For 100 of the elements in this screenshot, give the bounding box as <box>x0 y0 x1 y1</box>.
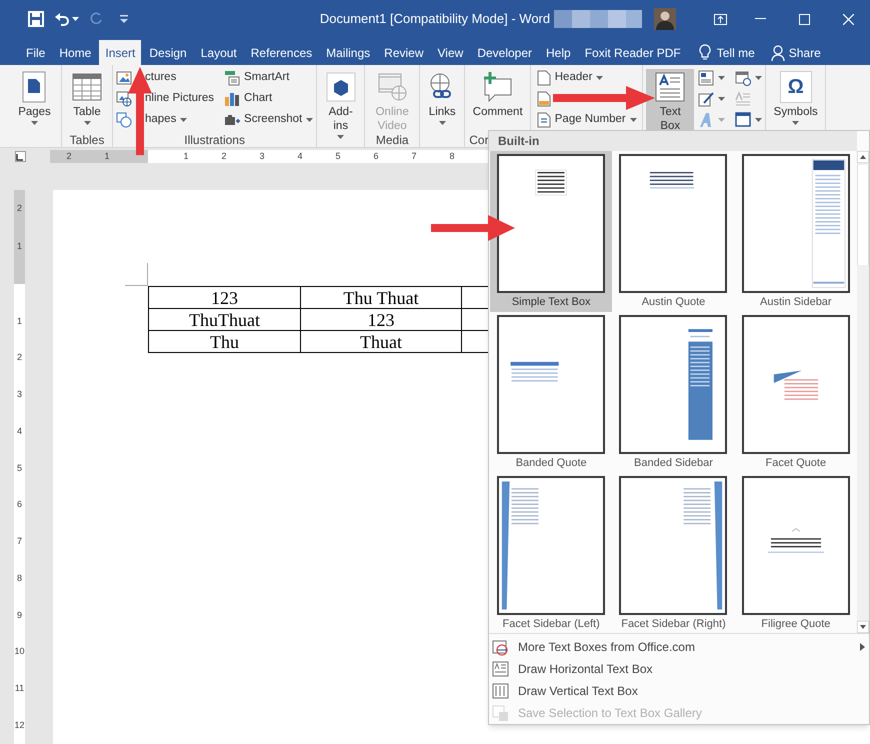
ribbon-button[interactable]: Text Box <box>646 69 694 131</box>
gallery-item[interactable]: Banded Sidebar <box>612 312 735 473</box>
chart-icon <box>224 91 240 107</box>
scrollbar[interactable] <box>857 151 869 633</box>
gallery-heading: Built-in <box>498 133 540 150</box>
picture-icon <box>116 70 132 86</box>
ruler-number: 3 <box>16 388 22 402</box>
group-label: Tables <box>70 133 104 147</box>
ribbon-button[interactable]: Comment <box>470 69 526 131</box>
ruler-number: 1 <box>16 314 22 328</box>
ribbon-tab[interactable]: File <box>20 40 52 65</box>
redo-icon <box>89 12 103 26</box>
avatar-icon <box>654 8 676 30</box>
undo-icon <box>54 12 70 26</box>
close-icon <box>842 14 854 24</box>
gallery-item[interactable]: Banded Quote <box>490 312 612 473</box>
ribbon-tab[interactable]: Foxit Reader PDF <box>578 40 687 65</box>
undo-button[interactable] <box>54 12 79 26</box>
ribbon-tab[interactable]: View <box>432 40 470 65</box>
ribbon-button[interactable]: SmartArt <box>224 69 290 87</box>
arrow-icon <box>552 85 656 111</box>
ruler-number: 7 <box>16 535 22 548</box>
signature-line-icon <box>698 91 714 107</box>
ribbon-button[interactable]: Pages <box>15 69 54 131</box>
window-title: Document1 [Compatibility Mode] - Word <box>320 10 550 28</box>
ruler-number: 1 <box>182 150 190 163</box>
ribbon-tab[interactable]: Review <box>378 40 430 65</box>
addins-icon <box>324 71 357 103</box>
gallery-item[interactable]: Facet Sidebar (Left) <box>490 473 612 634</box>
ribbon-button[interactable]: Screenshot <box>224 111 314 129</box>
ribbon-tab[interactable]: Insert <box>99 40 142 65</box>
ruler-number: 2 <box>16 202 22 216</box>
ribbon-tab[interactable]: Layout <box>194 40 243 65</box>
smartart-icon <box>224 70 240 86</box>
header-icon <box>536 70 551 86</box>
ribbon-tab[interactable]: References <box>244 40 318 65</box>
ruler-number: 6 <box>372 150 380 163</box>
ruler-number: 4 <box>16 424 22 438</box>
menu-item[interactable]: More Text Boxes from Office.com <box>489 636 869 658</box>
icon-button[interactable] <box>735 69 762 87</box>
icon-button[interactable] <box>536 90 551 108</box>
ruler-number: 11 <box>14 682 24 696</box>
ruler-number: 10 <box>14 645 24 658</box>
text-box-icon <box>654 71 686 103</box>
ribbon-button[interactable]: Table <box>68 69 106 131</box>
table-cell: Thuat <box>300 330 462 352</box>
online-picture-icon <box>116 91 132 107</box>
ribbon-button[interactable]: Chart <box>224 90 272 108</box>
ruler-number: 12 <box>14 718 24 732</box>
ribbon-button[interactable]: Ω Symbols <box>770 69 821 131</box>
icon-button[interactable] <box>698 69 726 87</box>
customize-button[interactable] <box>119 14 129 24</box>
scroll-thumb[interactable] <box>857 165 869 265</box>
gallery-item[interactable]: Simple Text Box <box>490 151 612 312</box>
table-cell: Thu <box>148 330 300 352</box>
ruler-number: 1 <box>16 240 22 254</box>
table-cell: ThuThuat <box>148 308 300 330</box>
date-time-icon <box>735 70 752 86</box>
icon-button[interactable] <box>698 90 726 108</box>
minimize-icon <box>754 18 766 20</box>
ruler-number: 8 <box>16 572 22 585</box>
gallery-item[interactable]: Austin Quote <box>612 151 735 312</box>
tell-me-button[interactable]: Tell me <box>698 40 755 65</box>
arrow-icon <box>430 214 516 242</box>
ribbon-tab[interactable]: Design <box>143 40 193 65</box>
page-number-icon <box>536 112 551 128</box>
ribbon-button[interactable]: Page Number <box>536 111 637 129</box>
ruler-number: 4 <box>296 150 304 163</box>
lightbulb-icon <box>698 44 711 61</box>
menu-item[interactable]: Draw Horizontal Text Box <box>489 658 869 680</box>
ribbon-tab[interactable]: Developer <box>471 40 538 65</box>
group-label: Cor <box>469 133 489 147</box>
gallery-item[interactable]: Facet Sidebar (Right) <box>612 473 735 634</box>
ruler-number: 9 <box>16 608 22 622</box>
share-button[interactable]: Share <box>770 40 821 65</box>
film-globe-icon <box>376 71 408 103</box>
vertical-text-box-icon <box>492 682 509 700</box>
gallery-item[interactable]: Facet Quote <box>734 312 857 473</box>
table-cell: 123 <box>300 308 462 330</box>
ruler-number: 8 <box>448 150 456 163</box>
ribbon-button[interactable]: Add-ins <box>320 69 361 131</box>
ribbon-button[interactable]: Links <box>423 69 462 131</box>
ribbon-tab[interactable]: Help <box>540 40 577 65</box>
gallery-item[interactable]: Filigree Quote <box>734 473 857 634</box>
ruler-number: 5 <box>334 150 342 163</box>
ribbon-tab[interactable]: Home <box>53 40 98 65</box>
menu-item[interactable]: Draw Vertical Text Box <box>489 680 869 702</box>
ribbon-tab[interactable]: Mailings <box>320 40 376 65</box>
tab-selector[interactable] <box>15 151 26 162</box>
text-box-icon <box>492 660 509 678</box>
customize-icon <box>119 14 129 24</box>
globe-textbox-icon <box>492 638 509 656</box>
ruler-number: 5 <box>16 462 22 475</box>
gallery-item[interactable]: Austin Sidebar <box>734 151 857 312</box>
ruler-number: 2 <box>16 351 22 364</box>
ruler-number: 2 <box>220 150 228 163</box>
table-cell: 123 <box>148 286 300 308</box>
save-button[interactable] <box>28 11 44 27</box>
icon-button[interactable] <box>735 111 762 129</box>
ribbon-button[interactable]: Header <box>536 69 604 87</box>
